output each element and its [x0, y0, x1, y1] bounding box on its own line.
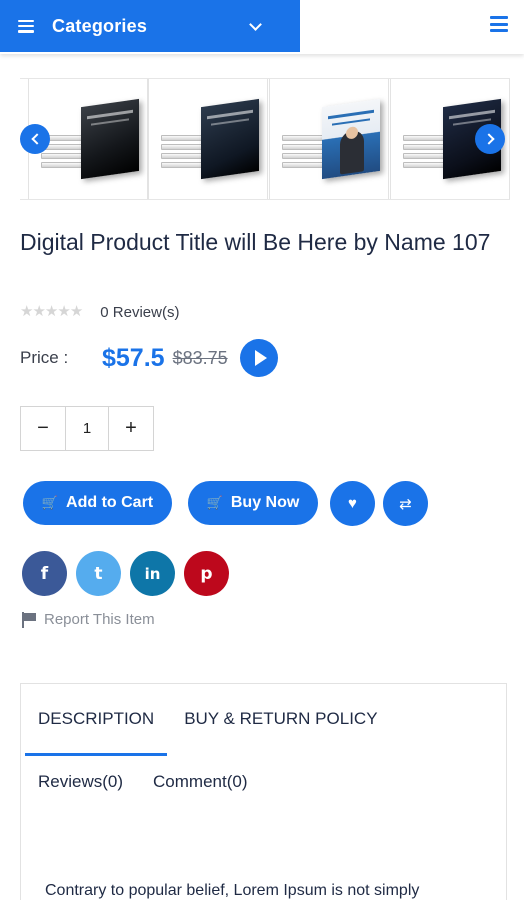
quantity-input[interactable]: 1	[65, 407, 109, 450]
cart-icon: 🛒	[206, 495, 223, 510]
subtab-comments[interactable]: Comment(0)	[153, 772, 247, 792]
product-image-carousel	[20, 78, 510, 200]
heart-icon: ♥	[348, 495, 357, 512]
subtab-reviews[interactable]: Reviews(0)	[38, 772, 123, 792]
twitter-icon: t	[94, 563, 103, 584]
chevron-right-icon	[482, 133, 495, 145]
chevron-down-icon	[249, 17, 262, 31]
book-cover-image	[81, 98, 139, 180]
current-price: $57.5	[102, 343, 165, 372]
linkedin-icon: in	[144, 564, 161, 583]
top-bar: Categories	[0, 0, 524, 54]
review-count[interactable]: 0 Review(s)	[100, 304, 179, 321]
price-label: Price :	[20, 348, 69, 367]
play-preview-button[interactable]	[239, 339, 278, 377]
star-icon: ★	[69, 303, 83, 320]
old-price: $83.75	[172, 347, 228, 368]
categories-label: Categories	[52, 15, 148, 36]
buy-now-label: Buy Now	[230, 494, 300, 511]
play-icon	[254, 350, 267, 366]
tab-description[interactable]: DESCRIPTION	[21, 684, 168, 756]
carousel-prev-button[interactable]	[20, 124, 50, 154]
list-icon	[18, 19, 34, 33]
details-tabs: DESCRIPTION BUY & RETURN POLICY	[21, 684, 506, 756]
star-icon: ★	[44, 303, 58, 320]
report-label: Report This Item	[44, 611, 155, 628]
linkedin-share-button[interactable]: in	[130, 551, 175, 596]
description-text: Contrary to popular belief, Lorem Ipsum …	[45, 882, 420, 899]
cart-icon: 🛒	[41, 495, 59, 510]
tab-buy-return-policy[interactable]: BUY & RETURN POLICY	[167, 684, 390, 754]
carousel-next-button[interactable]	[475, 124, 505, 154]
product-rating: ★ ★ ★ ★ ★ 0 Review(s)	[20, 303, 179, 321]
review-subtabs: Reviews(0) Comment(0)	[38, 772, 278, 792]
price-row: Price : $57.5 $83.75	[20, 338, 278, 378]
book-cover-image	[322, 98, 380, 180]
star-icon: ★	[32, 303, 45, 320]
add-to-cart-label: Add to Cart	[66, 494, 154, 511]
facebook-share-button[interactable]: f	[22, 551, 67, 596]
buy-now-button[interactable]: 🛒 Buy Now	[188, 481, 318, 525]
pinterest-share-button[interactable]: p	[184, 551, 229, 596]
categories-dropdown[interactable]: Categories	[0, 0, 300, 52]
compare-button[interactable]: ⇄	[383, 481, 428, 526]
pinterest-icon: p	[200, 563, 213, 584]
wishlist-button[interactable]: ♥	[330, 481, 375, 526]
book-cover-image	[201, 98, 259, 180]
twitter-share-button[interactable]: t	[76, 551, 121, 596]
carousel-thumb-2[interactable]	[148, 79, 268, 199]
star-icon: ★	[57, 303, 70, 320]
report-item-link[interactable]: Report This Item	[22, 611, 155, 628]
swap-icon: ⇄	[399, 495, 412, 513]
decrease-qty-button[interactable]: −	[21, 407, 65, 450]
carousel-thumb-3[interactable]	[269, 79, 389, 199]
product-details-panel: DESCRIPTION BUY & RETURN POLICY Reviews(…	[20, 683, 507, 900]
add-to-cart-button[interactable]: 🛒 Add to Cart	[23, 481, 172, 525]
increase-qty-button[interactable]: +	[109, 407, 153, 450]
flag-icon	[22, 611, 36, 628]
chevron-left-icon	[30, 133, 43, 145]
product-title: Digital Product Title will Be Here by Na…	[20, 229, 491, 255]
hamburger-menu-icon[interactable]	[490, 16, 508, 32]
facebook-icon: f	[40, 563, 49, 584]
rating-stars: ★ ★ ★ ★ ★	[20, 303, 83, 321]
quantity-stepper: − 1 +	[20, 406, 154, 451]
star-icon: ★	[20, 303, 33, 320]
